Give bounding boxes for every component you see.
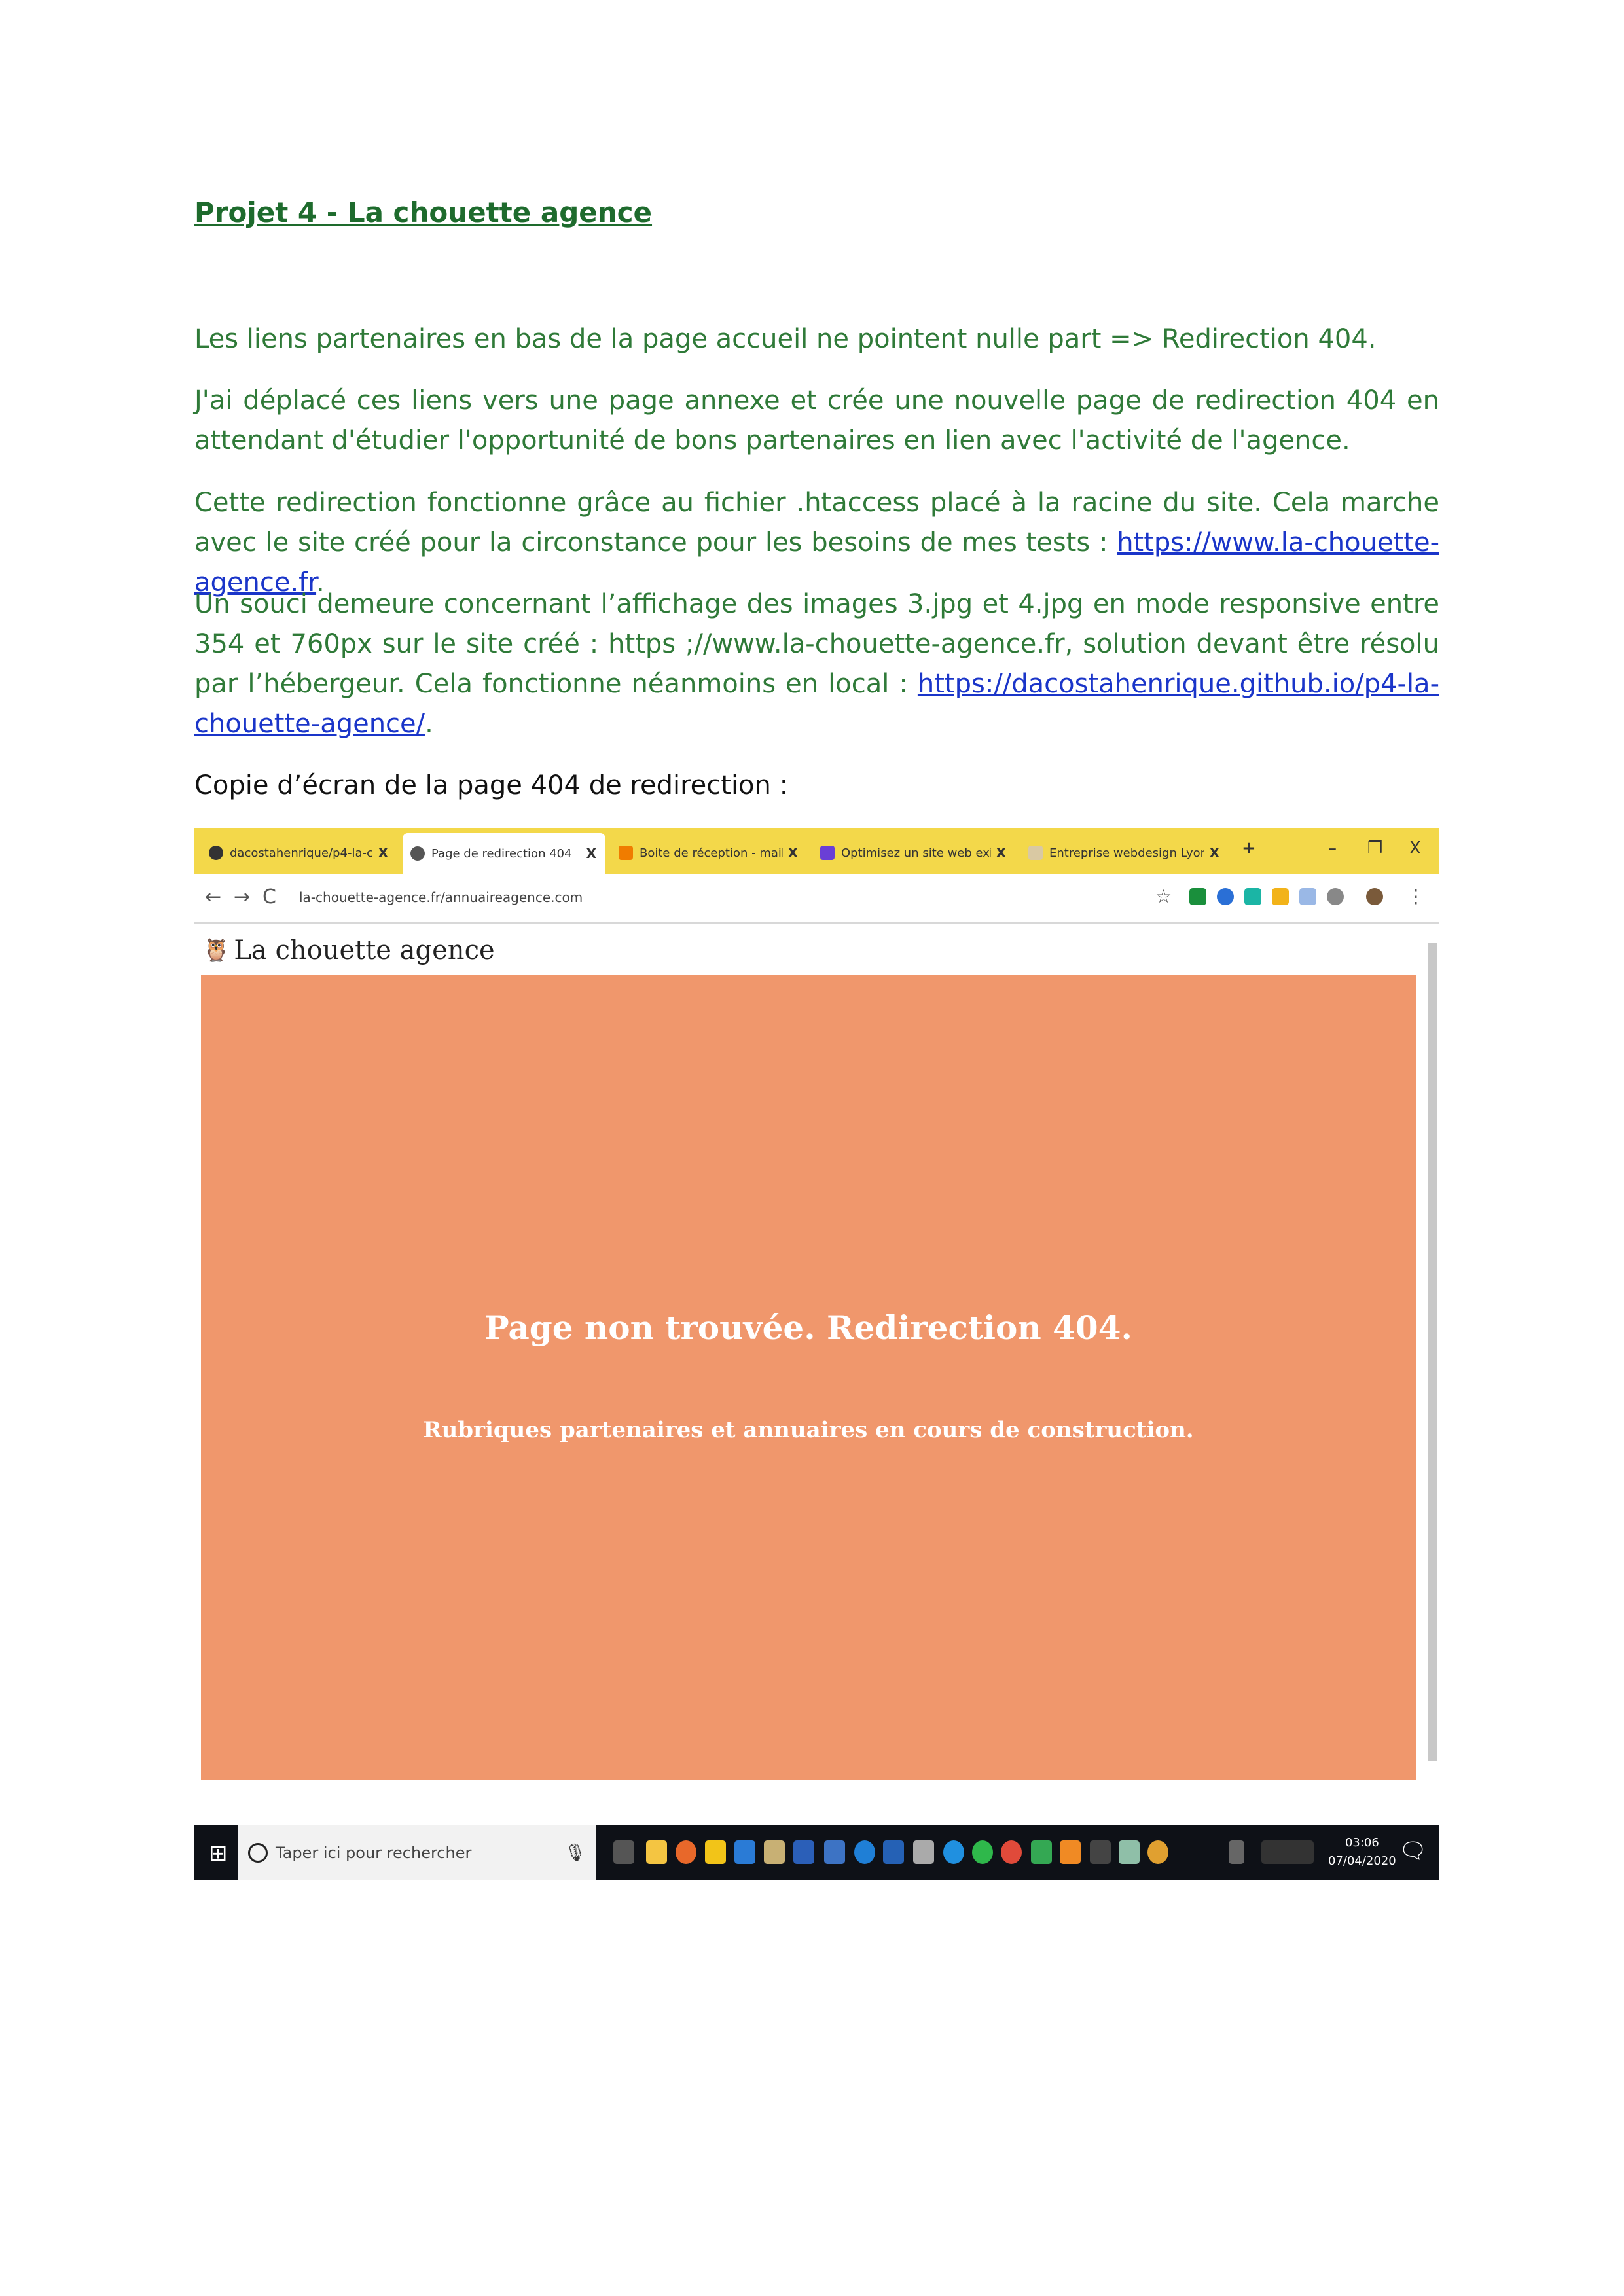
app-icon[interactable] [1031,1840,1052,1864]
close-icon[interactable]: X [378,845,388,861]
clock-time: 03:06 [1344,1836,1379,1850]
error-subheading: Rubriques partenaires et annuaires en co… [423,1417,1194,1443]
tab-mail[interactable]: Boite de réception - mail Oran X [611,834,807,871]
extension-pin-icon[interactable] [1244,888,1261,905]
extension-cube-icon[interactable] [1272,888,1289,905]
github-icon [209,846,223,860]
document-title: Projet 4 - La chouette agence [194,196,653,228]
tab-label: Entreprise webdesign Lyon [1049,846,1204,860]
new-tab-button[interactable]: + [1242,838,1256,858]
close-icon[interactable]: X [1210,845,1219,861]
mail-app-icon[interactable] [734,1840,755,1864]
back-button[interactable]: ← [205,886,221,908]
cortana-icon [248,1842,268,1863]
store-icon[interactable] [646,1840,667,1864]
openclassrooms-icon [820,846,835,860]
calculator-icon[interactable] [913,1840,934,1864]
close-icon[interactable]: X [788,845,798,861]
app-icon[interactable] [1090,1840,1111,1864]
tab-label: dacostahenrique/p4-la-chouet [230,846,373,860]
url-field[interactable]: la-chouette-agence.fr/annuaireagence.com [299,889,583,905]
word-icon[interactable] [793,1840,814,1864]
forward-button[interactable]: → [234,886,250,908]
extension-check-icon[interactable] [1189,888,1206,905]
extension-chart-icon[interactable] [1299,888,1316,905]
bookmark-star-icon[interactable]: ☆ [1155,886,1172,907]
address-bar-row: ← → C la-chouette-agence.fr/annuaireagen… [194,874,1439,924]
tab-label: Boite de réception - mail Oran [640,846,783,860]
system-tray-icons[interactable] [1229,1840,1244,1864]
site-logo-text: La chouette agence [234,935,495,965]
browser-screenshot: dacostahenrique/p4-la-chouet X Page de r… [194,828,1439,1880]
paragraph-1: Les liens partenaires en bas de la page … [194,324,1377,354]
close-icon[interactable]: X [586,846,596,861]
whatsapp-icon[interactable] [972,1840,993,1864]
window-close-button[interactable]: X [1409,838,1421,858]
task-view-icon[interactable] [613,1840,634,1864]
reload-button[interactable]: C [262,886,276,908]
screenshot-caption: Copie d’écran de la page 404 de redirect… [194,770,789,800]
error-heading: Page non trouvée. Redirection 404. [484,1308,1132,1347]
app-icon[interactable] [883,1840,904,1864]
firefox-icon[interactable] [676,1840,696,1864]
search-placeholder: Taper ici pour rechercher [276,1843,472,1862]
chrome-icon[interactable] [1001,1840,1022,1864]
extension-globe-icon[interactable] [1327,888,1344,905]
tab-label: Page de redirection 404 [431,846,572,861]
site-logo[interactable]: 🦉 La chouette agence [202,935,495,965]
tab-openclassrooms[interactable]: Optimisez un site web existant X [812,834,1015,871]
tab-webdesign[interactable]: Entreprise webdesign Lyon X [1020,834,1229,871]
paragraph-4-end: . [425,709,433,739]
file-explorer-icon[interactable] [705,1840,726,1864]
taskbar-clock[interactable]: 03:06 07/04/2020 [1328,1834,1396,1871]
maximize-button[interactable]: ❐ [1367,838,1382,858]
tab-github[interactable]: dacostahenrique/p4-la-chouet X [201,834,397,871]
menu-icon[interactable]: ⋮ [1407,886,1425,907]
page-scrollbar[interactable] [1428,943,1437,1761]
clock-date: 07/04/2020 [1328,1854,1396,1868]
globe-icon [410,846,425,861]
paragraph-2: J'ai déplacé ces liens vers une page ann… [194,386,1439,456]
skype-icon[interactable] [943,1840,964,1864]
tray-status-icons[interactable] [1261,1840,1314,1864]
app-icon[interactable] [1119,1840,1140,1864]
chrome-canary-icon[interactable] [1147,1840,1168,1864]
notifications-icon[interactable]: 🗨 [1399,1838,1427,1864]
minimize-button[interactable]: – [1328,838,1337,858]
tab-label: Optimisez un site web existant [841,846,991,860]
edge-icon[interactable] [854,1840,875,1864]
app-icon[interactable] [764,1840,785,1864]
error-banner: Page non trouvée. Redirection 404. Rubri… [201,975,1416,1780]
taskbar-search[interactable]: Taper ici pour rechercher 🎙 [238,1825,596,1880]
sublime-text-icon[interactable] [1060,1840,1081,1864]
extension-shield-icon[interactable] [1217,888,1234,905]
page-viewport: 🦉 La chouette agence Page non trouvée. R… [194,924,1439,1787]
tab-bar: dacostahenrique/p4-la-chouet X Page de r… [194,828,1439,874]
document-app-icon[interactable] [824,1840,845,1864]
microphone-icon[interactable]: 🎙 [564,1843,586,1863]
tab-404[interactable]: Page de redirection 404 X [403,833,605,874]
close-icon[interactable]: X [996,845,1006,861]
owl-icon: 🦉 [202,937,230,963]
profile-avatar[interactable] [1366,888,1383,905]
mail-icon [619,846,633,860]
windows-taskbar: ⊞ Taper ici pour rechercher 🎙 03:06 07/0… [194,1825,1439,1880]
paragraph-4: Un souci demeure concernant l’affichage … [194,584,1439,744]
page-icon [1028,846,1043,860]
windows-icon[interactable]: ⊞ [209,1840,228,1867]
